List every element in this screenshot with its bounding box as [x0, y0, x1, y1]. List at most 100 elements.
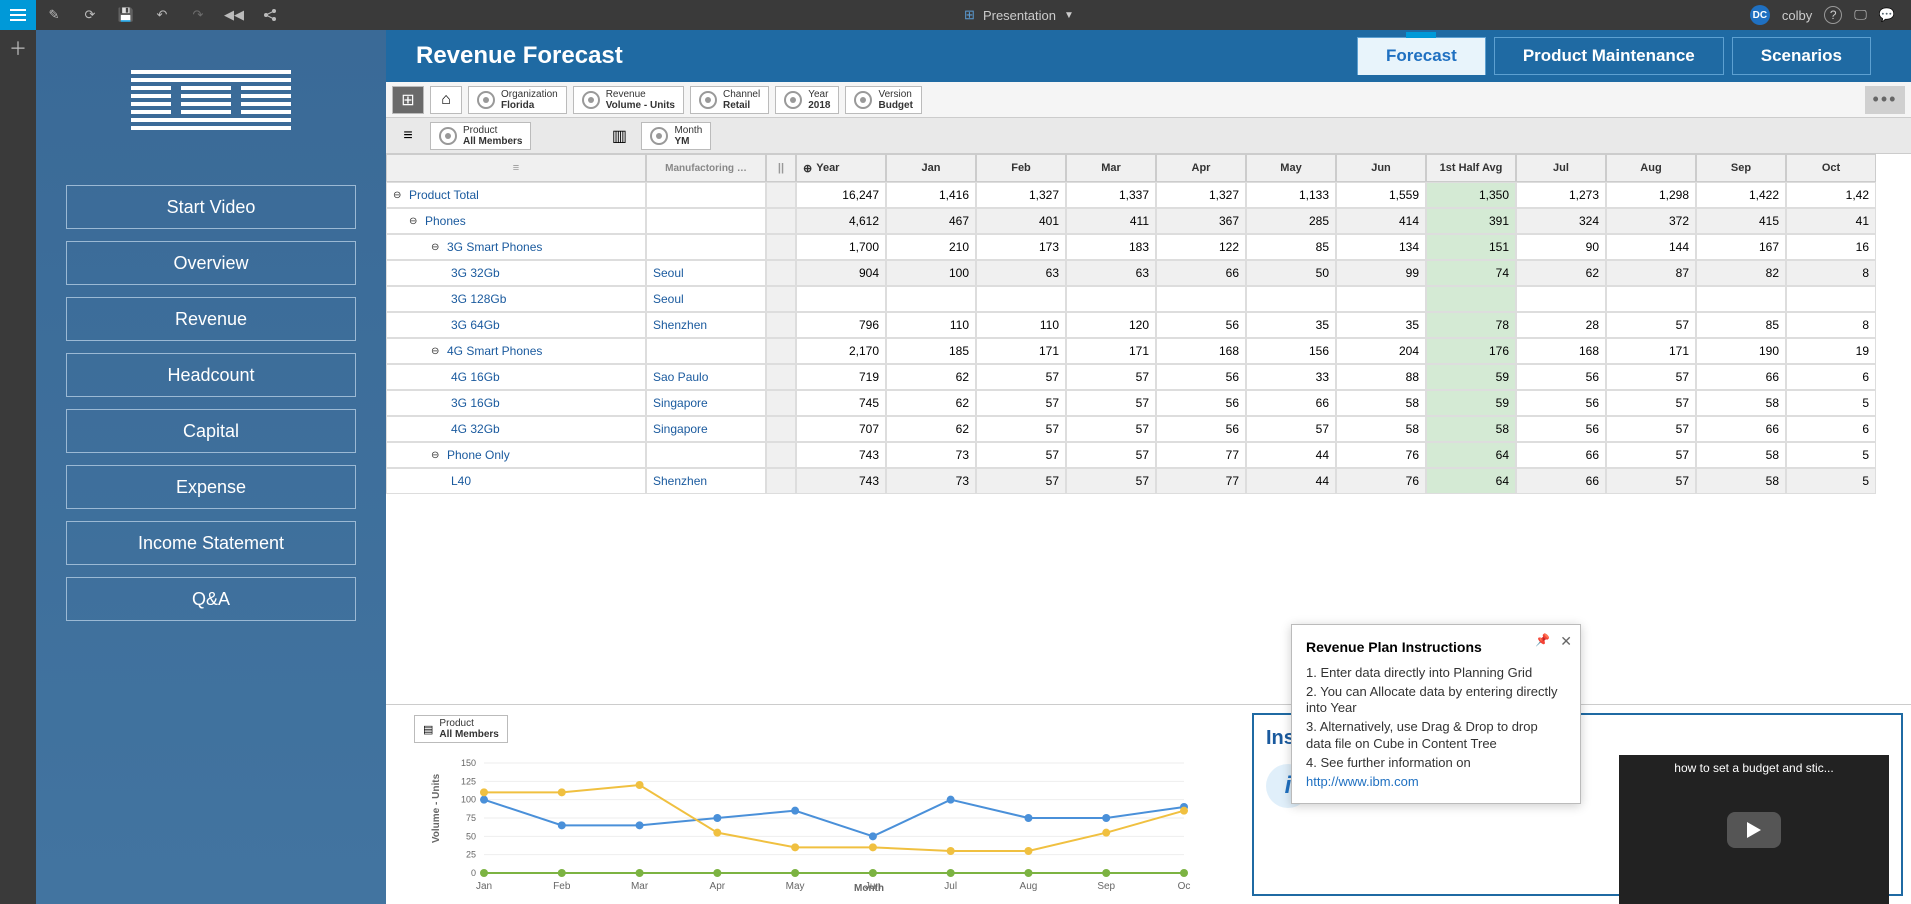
cell[interactable]: 171 — [1606, 338, 1696, 364]
cell[interactable] — [886, 286, 976, 312]
cell[interactable]: 57 — [1066, 468, 1156, 494]
main-menu-button[interactable] — [0, 0, 36, 30]
cell[interactable]: 324 — [1516, 208, 1606, 234]
undo-icon[interactable]: ↶ — [144, 0, 180, 30]
cell[interactable]: 66 — [1516, 468, 1606, 494]
cell[interactable]: 56 — [1516, 416, 1606, 442]
cell[interactable]: 57 — [1606, 442, 1696, 468]
cell[interactable]: 90 — [1516, 234, 1606, 260]
filter-version[interactable]: VersionBudget — [845, 86, 921, 114]
cell[interactable]: 120 — [1066, 312, 1156, 338]
cell[interactable]: 176 — [1426, 338, 1516, 364]
cell[interactable]: 743 — [796, 468, 886, 494]
cell[interactable]: 707 — [796, 416, 886, 442]
cell[interactable]: 62 — [886, 416, 976, 442]
cell[interactable]: 35 — [1246, 312, 1336, 338]
cell[interactable]: 76 — [1336, 442, 1426, 468]
cell[interactable]: 1,298 — [1606, 182, 1696, 208]
col-mar[interactable]: Mar — [1066, 154, 1156, 182]
cell[interactable]: 50 — [1246, 260, 1336, 286]
cell[interactable]: 44 — [1246, 442, 1336, 468]
cell[interactable]: 57 — [976, 416, 1066, 442]
cell[interactable]: 58 — [1336, 416, 1426, 442]
cell[interactable]: 168 — [1156, 338, 1246, 364]
share-icon[interactable] — [252, 0, 288, 30]
cell[interactable]: 57 — [1606, 416, 1696, 442]
cell[interactable]: 467 — [886, 208, 976, 234]
cell[interactable]: 8 — [1786, 312, 1876, 338]
filter-month[interactable]: MonthYM — [641, 122, 711, 150]
cell[interactable]: 151 — [1426, 234, 1516, 260]
monitor-icon[interactable]: 🖵 — [1854, 7, 1867, 23]
cell[interactable]: 171 — [1066, 338, 1156, 364]
cell[interactable]: 6 — [1786, 416, 1876, 442]
cell[interactable]: 185 — [886, 338, 976, 364]
tab-forecast[interactable]: Forecast — [1357, 37, 1486, 75]
nav-capital[interactable]: Capital — [66, 409, 356, 453]
close-icon[interactable]: ✕ — [1560, 633, 1572, 650]
collapse-icon[interactable]: ⊖ — [393, 190, 405, 201]
cell[interactable]: 122 — [1156, 234, 1246, 260]
nav-income-statement[interactable]: Income Statement — [66, 521, 356, 565]
cell-mfr[interactable] — [646, 234, 766, 260]
cell[interactable]: 745 — [796, 390, 886, 416]
cell[interactable]: 77 — [1156, 468, 1246, 494]
cell[interactable]: 134 — [1336, 234, 1426, 260]
cell[interactable]: 57 — [1066, 390, 1156, 416]
col-jul[interactable]: Jul — [1516, 154, 1606, 182]
col-jan[interactable]: Jan — [886, 154, 976, 182]
row-label[interactable]: 4G 32Gb — [386, 416, 646, 442]
cell[interactable]: 2,170 — [796, 338, 886, 364]
cell[interactable]: 1,559 — [1336, 182, 1426, 208]
cell[interactable]: 167 — [1696, 234, 1786, 260]
cell[interactable]: 1,350 — [1426, 182, 1516, 208]
add-button[interactable]: ＋ — [0, 30, 36, 66]
rewind-icon[interactable]: ◀◀ — [216, 0, 252, 30]
cell[interactable]: 415 — [1696, 208, 1786, 234]
home-icon[interactable]: ⌂ — [430, 86, 462, 114]
cell[interactable]: 58 — [1336, 390, 1426, 416]
cell-mfr[interactable] — [646, 182, 766, 208]
cell-mfr[interactable]: Seoul — [646, 286, 766, 312]
filter-channel[interactable]: ChannelRetail — [690, 86, 769, 114]
row-label[interactable]: 4G 16Gb — [386, 364, 646, 390]
play-icon[interactable] — [1727, 812, 1781, 848]
cell-mfr[interactable] — [646, 442, 766, 468]
cell[interactable]: 44 — [1246, 468, 1336, 494]
cell[interactable]: 6 — [1786, 364, 1876, 390]
cell[interactable] — [796, 286, 886, 312]
row-label[interactable]: 3G 16Gb — [386, 390, 646, 416]
cell[interactable]: 56 — [1156, 416, 1246, 442]
cell[interactable]: 57 — [1246, 416, 1336, 442]
cell[interactable]: 85 — [1246, 234, 1336, 260]
cell[interactable]: 1,133 — [1246, 182, 1336, 208]
cell[interactable]: 57 — [1606, 364, 1696, 390]
cell[interactable]: 5 — [1786, 468, 1876, 494]
more-options-button[interactable]: ••• — [1865, 86, 1905, 114]
data-grid[interactable]: ≡Manufactoring …||⊕YearJanFebMarAprMayJu… — [386, 154, 1911, 494]
cell[interactable]: 1,422 — [1696, 182, 1786, 208]
col-oct[interactable]: Oct — [1786, 154, 1876, 182]
cell[interactable]: 414 — [1336, 208, 1426, 234]
filter-organization[interactable]: OrganizationFlorida — [468, 86, 567, 114]
cell[interactable] — [1696, 286, 1786, 312]
nav-headcount[interactable]: Headcount — [66, 353, 356, 397]
filter-revenue[interactable]: RevenueVolume - Units — [573, 86, 684, 114]
cell-mfr[interactable] — [646, 338, 766, 364]
cell[interactable] — [1786, 286, 1876, 312]
cell-mfr[interactable] — [646, 208, 766, 234]
cell[interactable]: 8 — [1786, 260, 1876, 286]
cell-mfr[interactable]: Seoul — [646, 260, 766, 286]
cell[interactable]: 57 — [1606, 390, 1696, 416]
tab-product-maintenance[interactable]: Product Maintenance — [1494, 37, 1724, 75]
help-icon[interactable]: ? — [1824, 6, 1842, 24]
cell[interactable]: 58 — [1426, 416, 1516, 442]
cell[interactable]: 1,700 — [796, 234, 886, 260]
col-1st-half-avg[interactable]: 1st Half Avg — [1426, 154, 1516, 182]
cell[interactable] — [1426, 286, 1516, 312]
cell[interactable]: 5 — [1786, 442, 1876, 468]
cell[interactable]: 1,416 — [886, 182, 976, 208]
cell[interactable]: 4,612 — [796, 208, 886, 234]
collapse-icon[interactable]: ⊖ — [431, 346, 443, 357]
redo-icon[interactable]: ↷ — [180, 0, 216, 30]
